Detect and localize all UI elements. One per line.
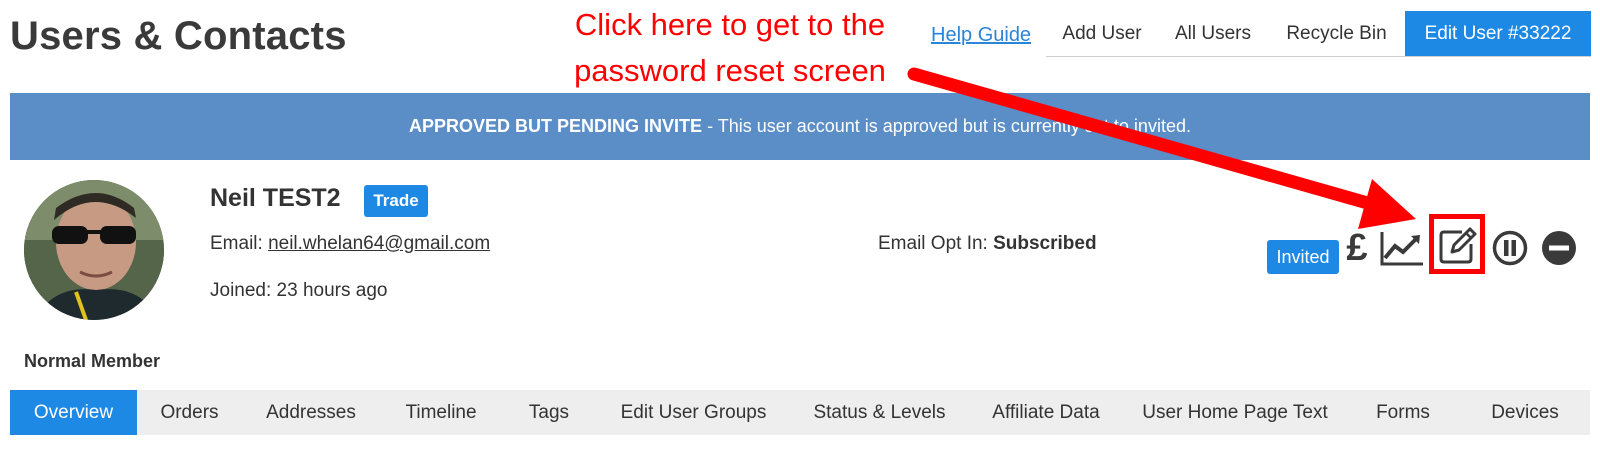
annotation-line-1: Click here to get to the bbox=[574, 7, 886, 42]
annotation-line-2: password reset screen bbox=[574, 53, 886, 88]
annotation-text: Click here to get to the password reset … bbox=[560, 2, 900, 94]
